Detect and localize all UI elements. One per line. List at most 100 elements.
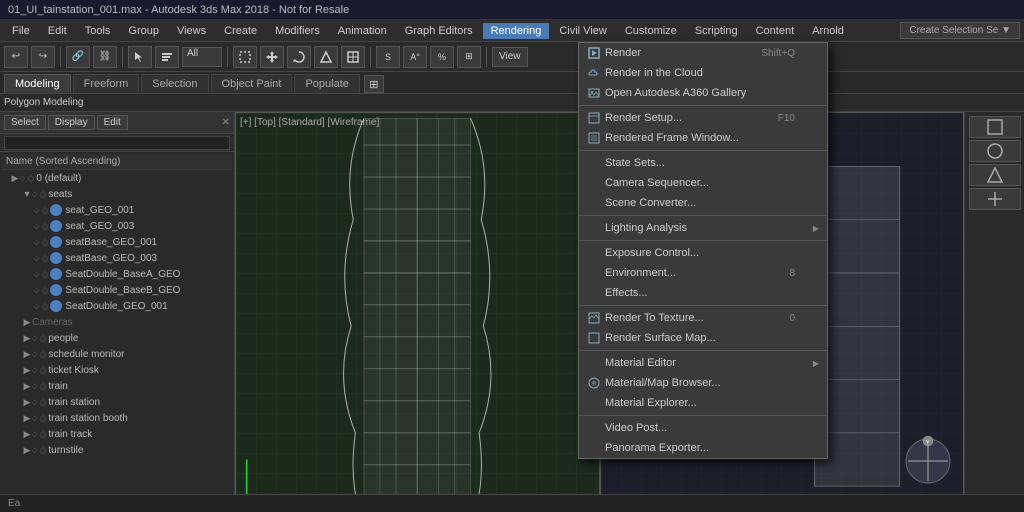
menu-open-gallery[interactable]: Open Autodesk A360 Gallery [579, 83, 827, 103]
list-item[interactable]: ▶ Cameras [2, 314, 232, 330]
angle-snap-button[interactable]: A° [403, 46, 427, 68]
tree-item-label: train station booth [48, 413, 128, 424]
lp-display-btn[interactable]: Display [48, 115, 95, 130]
link-button[interactable]: 🔗 [66, 46, 90, 68]
list-item[interactable]: ▶ ○ ◇ train station [2, 394, 232, 410]
search-input[interactable] [4, 136, 230, 150]
menu-graph-editors[interactable]: Graph Editors [397, 23, 481, 39]
list-item[interactable]: ○ ◇ SeatDouble_BaseA_GEO [2, 266, 232, 282]
render-surface-map-label: Render Surface Map... [605, 332, 716, 344]
menu-render-surface-map[interactable]: Render Surface Map... [579, 328, 827, 348]
lp-close-btn[interactable]: ✕ [222, 117, 230, 128]
tabs-more-button[interactable]: ⊞ [364, 75, 384, 93]
menu-render[interactable]: Render Shift+Q [579, 43, 827, 63]
lp-edit-btn[interactable]: Edit [97, 115, 128, 130]
divider-4 [579, 240, 827, 241]
menu-arnold[interactable]: Arnold [804, 23, 852, 39]
lp-select-btn[interactable]: Select [4, 115, 46, 130]
menu-scripting[interactable]: Scripting [687, 23, 746, 39]
list-item[interactable]: ▶ ○ ◇ train [2, 378, 232, 394]
menu-material-map-browser[interactable]: Material/Map Browser... [579, 373, 827, 393]
menu-state-sets[interactable]: State Sets... [579, 153, 827, 173]
menu-edit[interactable]: Edit [40, 23, 75, 39]
redo-button[interactable]: ↪ [31, 46, 55, 68]
snap-toggle-button[interactable]: S [376, 46, 400, 68]
menu-render-setup[interactable]: Render Setup... F10 [579, 108, 827, 128]
toolbar: ↩ ↪ 🔗 ⛓ All S A° % ⊞ View [0, 42, 1024, 72]
list-item[interactable]: ▶ ○ ◇ schedule monitor [2, 346, 232, 362]
menu-bar: File Edit Tools Group Views Create Modif… [0, 20, 1024, 42]
rp-btn-3[interactable] [969, 164, 1021, 186]
menu-panorama-exporter[interactable]: Panorama Exporter... [579, 438, 827, 458]
menu-environment[interactable]: Environment... 8 [579, 263, 827, 283]
list-item[interactable]: ▶ ○ ◇ 0 (default) [2, 170, 232, 186]
menu-render-cloud[interactable]: Render in the Cloud [579, 63, 827, 83]
selection-filter-dropdown[interactable]: All [182, 47, 222, 67]
tab-selection[interactable]: Selection [141, 74, 208, 93]
menu-modifiers[interactable]: Modifiers [267, 23, 328, 39]
visibility-icon-2: ◇ [39, 349, 46, 360]
menu-content[interactable]: Content [748, 23, 803, 39]
menu-scene-converter[interactable]: Scene Converter... [579, 193, 827, 213]
list-item[interactable]: ▶ ○ ◇ turnstile [2, 442, 232, 458]
menu-customize[interactable]: Customize [617, 23, 685, 39]
viewport-top[interactable]: [+] [Top] [Standard] [Wireframe] [235, 112, 600, 512]
move-button[interactable] [260, 46, 284, 68]
menu-render-to-texture[interactable]: Render To Texture... 0 [579, 308, 827, 328]
list-item[interactable]: ○ ◇ seatBase_GEO_001 [2, 234, 232, 250]
unlink-button[interactable]: ⛓ [93, 46, 117, 68]
rp-btn-1[interactable] [969, 116, 1021, 138]
menu-camera-seq[interactable]: Camera Sequencer... [579, 173, 827, 193]
list-item[interactable]: ○ ◇ seat_GEO_001 [2, 202, 232, 218]
list-item[interactable]: ▶ ○ ◇ ticket Kiosk [2, 362, 232, 378]
tab-populate[interactable]: Populate [294, 74, 359, 93]
list-item[interactable]: ○ ◇ seatBase_GEO_003 [2, 250, 232, 266]
menu-rendering[interactable]: Rendering [483, 23, 550, 39]
menu-create[interactable]: Create [216, 23, 265, 39]
cloud-icon [587, 66, 601, 80]
menu-material-editor[interactable]: Material Editor [579, 353, 827, 373]
menu-group[interactable]: Group [120, 23, 167, 39]
tab-freeform[interactable]: Freeform [73, 74, 140, 93]
visibility-icon: ○ [32, 333, 37, 343]
scale-button[interactable] [314, 46, 338, 68]
menu-animation[interactable]: Animation [330, 23, 395, 39]
select-object-button[interactable] [128, 46, 152, 68]
camera-seq-label: Camera Sequencer... [605, 177, 709, 189]
spinner-snap-button[interactable]: ⊞ [457, 46, 481, 68]
menu-civil-view[interactable]: Civil View [551, 23, 614, 39]
visibility-icon: ○ [32, 445, 37, 455]
rotate-button[interactable] [287, 46, 311, 68]
percent-snap-button[interactable]: % [430, 46, 454, 68]
list-item[interactable]: ▶ ○ ◇ people [2, 330, 232, 346]
menu-file[interactable]: File [4, 23, 38, 39]
tab-modeling[interactable]: Modeling [4, 74, 71, 93]
list-item[interactable]: ○ ◇ SeatDouble_GEO_001 [2, 298, 232, 314]
toolbar-sep-2 [122, 47, 123, 67]
list-item[interactable]: ▶ ○ ◇ train station booth [2, 410, 232, 426]
menu-material-explorer[interactable]: Material Explorer... [579, 393, 827, 413]
rect-select-button[interactable] [233, 46, 257, 68]
menu-exposure-control[interactable]: Exposure Control... [579, 243, 827, 263]
visibility-icon: ○ [32, 365, 37, 375]
menu-rendered-frame[interactable]: Rendered Frame Window... [579, 128, 827, 148]
menu-video-post[interactable]: Video Post... [579, 418, 827, 438]
undo-button[interactable]: ↩ [4, 46, 28, 68]
menu-lighting-analysis[interactable]: Lighting Analysis [579, 218, 827, 238]
rp-btn-2[interactable] [969, 140, 1021, 162]
list-item[interactable]: ▼ ○ ◇ seats [2, 186, 232, 202]
list-item[interactable]: ○ ◇ SeatDouble_BaseB_GEO [2, 282, 232, 298]
view-button[interactable]: View [492, 47, 528, 67]
tab-object-paint[interactable]: Object Paint [211, 74, 293, 93]
select-by-name-button[interactable] [155, 46, 179, 68]
menu-effects[interactable]: Effects... [579, 283, 827, 303]
rp-btn-4[interactable] [969, 188, 1021, 210]
list-item[interactable]: ○ ◇ seat_GEO_003 [2, 218, 232, 234]
create-selection-button[interactable]: Create Selection Se ▼ [900, 22, 1020, 39]
polygon-modeling-label: Polygon Modeling [4, 97, 84, 108]
transform-button[interactable] [341, 46, 365, 68]
menu-views[interactable]: Views [169, 23, 214, 39]
lighting-analysis-label: Lighting Analysis [605, 222, 687, 234]
menu-tools[interactable]: Tools [77, 23, 119, 39]
list-item[interactable]: ▶ ○ ◇ train track [2, 426, 232, 442]
